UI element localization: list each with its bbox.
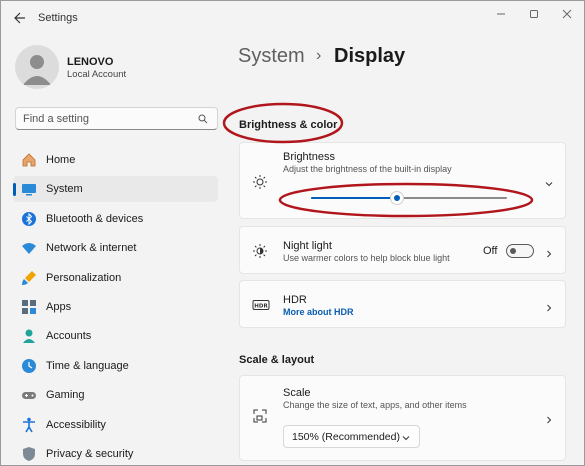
brush-icon xyxy=(21,270,37,286)
sidebar-item-label: Bluetooth & devices xyxy=(46,213,144,225)
sidebar-item-label: Home xyxy=(46,154,76,166)
user-icon xyxy=(23,55,51,85)
system-icon xyxy=(21,181,37,197)
sidebar-item-personalization[interactable]: Personalization xyxy=(13,265,218,291)
night-light-icon xyxy=(252,243,268,259)
section-title-scale-layout: Scale & layout xyxy=(239,354,315,366)
hdr-card[interactable]: HDR HDR More about HDR xyxy=(239,280,566,328)
hdr-icon: HDR xyxy=(252,297,270,313)
search-icon xyxy=(198,114,208,124)
sidebar-item-privacy[interactable]: Privacy & security xyxy=(13,441,218,465)
sidebar-item-bluetooth[interactable]: Bluetooth & devices xyxy=(13,206,218,232)
avatar[interactable] xyxy=(15,45,59,89)
scale-title: Scale xyxy=(283,387,311,399)
sidebar-item-label: Gaming xyxy=(46,389,85,401)
sidebar-item-label: Network & internet xyxy=(46,242,137,254)
chevron-down-icon xyxy=(401,433,411,441)
svg-text:HDR: HDR xyxy=(254,304,268,310)
scale-subtitle: Change the size of text, apps, and other… xyxy=(283,400,467,410)
sidebar-item-accessibility[interactable]: Accessibility xyxy=(13,412,218,438)
active-indicator xyxy=(13,183,16,196)
clock-icon xyxy=(21,358,37,374)
brightness-title: Brightness xyxy=(283,151,335,163)
sidebar-item-accounts[interactable]: Accounts xyxy=(13,323,218,349)
gamepad-icon xyxy=(21,387,37,403)
shield-icon xyxy=(21,446,37,462)
sidebar-item-label: Accounts xyxy=(46,330,92,342)
close-icon xyxy=(562,9,572,19)
breadcrumb-separator: › xyxy=(316,47,322,64)
scale-icon xyxy=(252,408,268,424)
sidebar-item-label: Personalization xyxy=(46,272,122,284)
bluetooth-icon xyxy=(21,211,37,227)
minimize-icon xyxy=(497,13,505,15)
chevron-right-icon[interactable] xyxy=(544,412,554,424)
sidebar-item-apps[interactable]: Apps xyxy=(13,294,218,320)
section-title-brightness-color: Brightness & color xyxy=(239,119,338,131)
search-placeholder: Find a setting xyxy=(23,113,90,125)
maximize-button[interactable] xyxy=(526,6,542,22)
chevron-down-icon[interactable] xyxy=(544,176,554,187)
network-icon xyxy=(21,240,37,256)
page-title: Display xyxy=(334,45,406,67)
sidebar-item-time-language[interactable]: Time & language xyxy=(13,353,218,379)
toggle-knob xyxy=(510,248,516,254)
chevron-right-icon[interactable] xyxy=(544,246,554,258)
scale-card[interactable]: Scale Change the size of text, apps, and… xyxy=(239,375,566,461)
brightness-subtitle: Adjust the brightness of the built-in di… xyxy=(283,164,452,174)
sidebar-item-label: Apps xyxy=(46,301,72,313)
night-light-title: Night light xyxy=(283,240,332,252)
chevron-right-icon[interactable] xyxy=(544,300,554,312)
night-light-subtitle: Use warmer colors to help block blue lig… xyxy=(283,253,450,263)
home-icon xyxy=(21,152,37,168)
app-title: Settings xyxy=(38,12,78,24)
back-button[interactable] xyxy=(11,10,29,26)
sidebar-item-label: Accessibility xyxy=(46,419,106,431)
account-name: LENOVO xyxy=(67,56,114,68)
sidebar-item-home[interactable]: Home xyxy=(13,147,218,173)
sidebar-item-label: Privacy & security xyxy=(46,448,134,460)
night-light-card[interactable]: Night light Use warmer colors to help bl… xyxy=(239,226,566,274)
sidebar-item-system[interactable]: System xyxy=(13,176,218,202)
breadcrumb-parent[interactable]: System xyxy=(238,45,305,68)
scale-dropdown[interactable]: 150% (Recommended) xyxy=(283,425,420,448)
sidebar-item-label: System xyxy=(46,183,83,195)
sidebar-item-gaming[interactable]: Gaming xyxy=(13,382,218,408)
night-light-toggle[interactable] xyxy=(506,244,534,258)
sun-icon xyxy=(252,174,268,190)
search-input[interactable]: Find a setting xyxy=(15,107,218,130)
back-arrow-icon xyxy=(14,12,25,24)
maximize-icon xyxy=(530,10,538,18)
accessibility-icon xyxy=(21,417,37,433)
close-button[interactable] xyxy=(559,6,575,22)
hdr-link[interactable]: More about HDR xyxy=(283,307,354,317)
account-type: Local Account xyxy=(67,69,127,80)
hdr-title: HDR xyxy=(283,294,307,306)
slider-fill xyxy=(311,197,398,199)
accounts-icon xyxy=(21,328,37,344)
slider-thumb[interactable] xyxy=(390,191,405,205)
brightness-slider[interactable] xyxy=(311,191,507,205)
apps-icon xyxy=(21,299,37,315)
title-bar: Settings xyxy=(1,1,584,35)
settings-window: Settings LENOVO Local Account Find a set… xyxy=(0,0,585,466)
sidebar-item-network[interactable]: Network & internet xyxy=(13,235,218,261)
brightness-card[interactable]: Brightness Adjust the brightness of the … xyxy=(239,142,566,219)
scale-selected-value: 150% (Recommended) xyxy=(292,431,400,443)
sidebar-item-label: Time & language xyxy=(46,360,129,372)
minimize-button[interactable] xyxy=(493,6,509,22)
